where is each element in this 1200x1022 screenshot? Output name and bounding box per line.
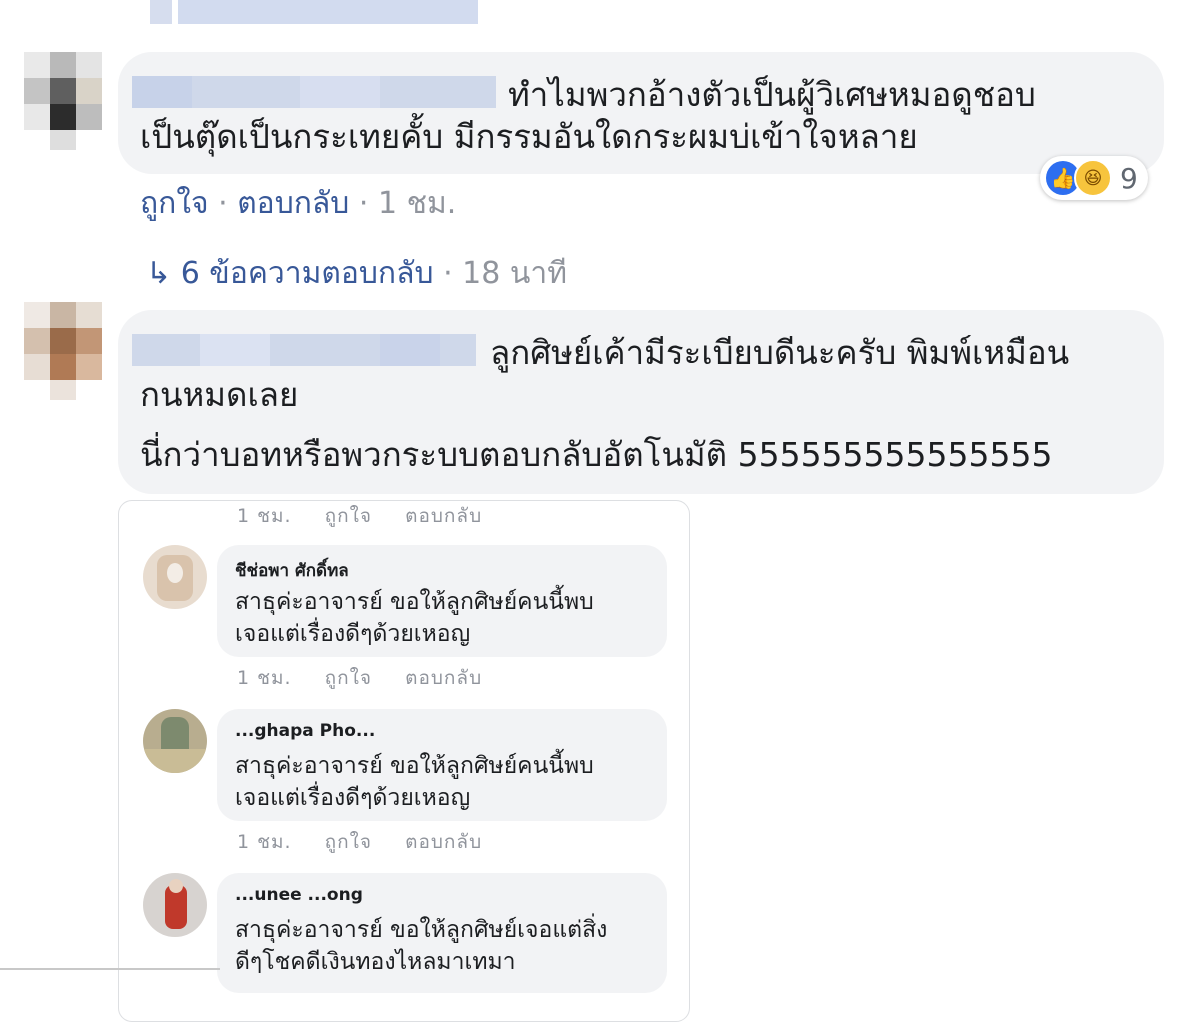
reply-author: ชีช่อพา ศักดิ์ทล	[235, 561, 349, 581]
avatar	[143, 709, 207, 773]
reply-meta: 1 ชม. ถูกใจ ตอบกลับ	[237, 827, 508, 857]
reply-like: ถูกใจ	[324, 831, 373, 853]
comment-text: นี่กว่าบอทหรือพวกระบบตอบกลับอัตโนมัติ 55…	[140, 435, 1053, 474]
reaction-count: 9	[1120, 161, 1138, 195]
blur-block	[300, 76, 380, 108]
reply-text: ดีๆโชคดีเงินทองไหลมาเทมา	[235, 949, 516, 975]
reply-reply: ตอบกลับ	[405, 667, 483, 689]
reply-meta: 1 ชม. ถูกใจ ตอบกลับ	[237, 663, 508, 693]
blur-block	[132, 76, 192, 108]
reply-author: ...unee ...ong	[235, 885, 363, 905]
embedded-reply: ตอบกลับ	[405, 505, 483, 527]
timestamp[interactable]: 1 ชม.	[378, 186, 456, 221]
reply-time: 1 ชม.	[237, 667, 292, 689]
separator-dot: ·	[443, 256, 463, 291]
blur-block	[380, 334, 440, 366]
blurred-top-content	[150, 0, 480, 24]
embedded-like: ถูกใจ	[324, 505, 373, 527]
avatar	[143, 873, 207, 937]
replies-count: 6 ข้อความตอบกลับ	[180, 256, 434, 291]
reply-text: สาธุค่ะอาจารย์ ขอให้ลูกศิษย์คนนี้พบ	[235, 589, 594, 615]
separator-dot: ·	[358, 186, 378, 221]
comment-text: ทำไมพวกอ้างตัวเป็นผู้วิเศษหมอดูชอบ	[508, 75, 1036, 114]
reply-text: สาธุค่ะอาจารย์ ขอให้ลูกศิษย์เจอแต่สิ่ง	[235, 917, 608, 943]
reply-time: 1 ชม.	[237, 831, 292, 853]
reply-text: สาธุค่ะอาจารย์ ขอให้ลูกศิษย์คนนี้พบ	[235, 753, 594, 779]
avatar[interactable]	[24, 52, 104, 152]
comment-actions: ถูกใจ · ตอบกลับ · 1 ชม.	[140, 180, 456, 227]
comment-text: ลูกศิษย์เค้ามีระเบียบดีนะครับ พิมพ์เหมือ…	[490, 333, 1070, 372]
reply-text: เจอแต่เรื่องดีๆด้วยเหอญ	[235, 621, 471, 647]
avatar[interactable]	[24, 302, 104, 402]
haha-icon: 😆	[1074, 159, 1112, 197]
separator-dot: ·	[218, 186, 238, 221]
like-link[interactable]: ถูกใจ	[140, 186, 209, 221]
embedded-meta: 1 ชม. ถูกใจ ตอบกลับ	[237, 501, 508, 531]
embedded-screenshot: 1 ชม. ถูกใจ ตอบกลับ ชีช่อพา ศักดิ์ทล สาธ…	[118, 500, 690, 1022]
reply-text: เจอแต่เรื่องดีๆด้วยเหอญ	[235, 785, 471, 811]
reactions-summary[interactable]: 👍 😆 9	[1040, 156, 1148, 200]
replies-timestamp: 18 นาที	[462, 256, 567, 291]
blur-block	[200, 334, 270, 366]
reply-like: ถูกใจ	[324, 667, 373, 689]
embedded-time: 1 ชม.	[237, 505, 292, 527]
reply-arrow-icon: ↳	[146, 256, 172, 291]
avatar	[143, 545, 207, 609]
comment-text: กนหมดเลย	[140, 375, 299, 414]
view-replies-link[interactable]: ↳ 6 ข้อความตอบกลับ · 18 นาที	[146, 250, 567, 297]
divider	[0, 968, 220, 970]
reply-author: ...ghapa Pho...	[235, 721, 376, 741]
reply-link[interactable]: ตอบกลับ	[237, 186, 349, 221]
reply-reply: ตอบกลับ	[405, 831, 483, 853]
comment-text: เป็นตุ๊ดเป็นกระเทยคั้บ มีกรรมอันใดกระผมบ…	[140, 117, 918, 156]
